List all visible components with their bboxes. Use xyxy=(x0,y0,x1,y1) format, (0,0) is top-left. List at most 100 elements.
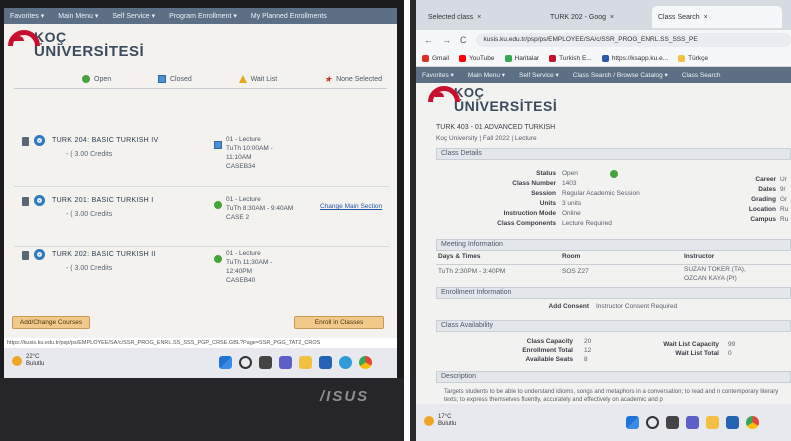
availability-label: Class Capacity xyxy=(526,338,573,345)
meeting-col-room: Room xyxy=(562,253,581,260)
availability-label: Enrollment Total xyxy=(522,347,573,354)
nav-main-menu[interactable]: Main Menu ▾ xyxy=(58,12,98,20)
closed-status-icon xyxy=(157,75,166,83)
windows-taskbar: 22°C Bulutlu xyxy=(4,348,397,378)
gear-icon[interactable] xyxy=(34,195,45,206)
search-icon[interactable] xyxy=(239,356,252,369)
legend-wait: Wait List xyxy=(250,75,278,83)
section-time-end: 11:10AM xyxy=(226,154,252,161)
add-change-courses-button[interactable]: Add/Change Courses xyxy=(12,316,90,329)
bookmark-turkce[interactable]: Türkçe xyxy=(678,54,708,62)
task-view-icon[interactable] xyxy=(666,416,679,429)
meeting-instructor: OZCAN KAYA (PI) xyxy=(684,275,737,282)
section-label: 01 - Lecture xyxy=(226,250,261,257)
detail-label: Units xyxy=(539,200,556,207)
section-time: TuTh 8:30AM - 9:40AM xyxy=(226,205,294,212)
open-status-icon xyxy=(610,170,618,178)
trash-icon[interactable] xyxy=(22,251,29,260)
windows-start-icon[interactable] xyxy=(626,416,639,429)
detail-value: 9/ xyxy=(780,186,786,193)
folder-icon xyxy=(678,54,686,62)
maps-icon xyxy=(504,54,512,62)
browser-tab[interactable]: Selected class × xyxy=(422,6,487,28)
koc-logo: KOÇ ÜNİVERSİTESİ xyxy=(8,30,144,59)
bookmark-gmail[interactable]: Gmail xyxy=(422,54,449,62)
windows-start-icon[interactable] xyxy=(219,356,232,369)
left-navbar: Favorites ▾ Main Menu ▾ Self Service ▾ P… xyxy=(4,8,397,24)
detail-value: Open xyxy=(562,170,578,177)
legend-closed: Closed xyxy=(169,75,192,83)
weather-widget[interactable]: 22°C Bulutlu xyxy=(12,354,44,368)
bookmark-icon xyxy=(549,54,557,62)
browser-tab[interactable]: TURK 202 - Goog × xyxy=(544,6,620,28)
nav-class-search-browse[interactable]: Class Search / Browse Catalog ▾ xyxy=(573,71,668,79)
trash-icon[interactable] xyxy=(22,197,29,206)
course-row: TURK 204: BASIC TURKISH IV - ( 3.00 Cred… xyxy=(14,135,389,187)
chrome-icon[interactable] xyxy=(359,356,372,369)
trash-icon[interactable] xyxy=(22,137,29,146)
section-label: 01 - Lecture xyxy=(226,196,261,203)
gear-icon[interactable] xyxy=(34,135,45,146)
bookmark-turkish[interactable]: Turkish E... xyxy=(549,54,592,62)
status-legend: Open Closed Wait List ★ None Selected xyxy=(82,75,382,84)
nav-self-service[interactable]: Self Service ▾ xyxy=(519,71,559,79)
detail-value: Ur xyxy=(780,176,787,183)
close-icon[interactable]: × xyxy=(704,14,708,21)
section-room: CASEB34 xyxy=(226,163,256,170)
nav-self-service[interactable]: Self Service ▾ xyxy=(112,12,155,20)
file-explorer-icon[interactable] xyxy=(299,356,312,369)
store-icon[interactable] xyxy=(319,356,332,369)
back-icon[interactable]: ← xyxy=(424,35,433,45)
nav-planned-enrollments[interactable]: My Planned Enrollments xyxy=(251,13,327,20)
forward-icon[interactable]: → xyxy=(442,35,451,45)
nav-favorites[interactable]: Favorites ▾ xyxy=(422,71,454,79)
detail-label: Campus xyxy=(750,216,776,223)
reload-icon[interactable]: C xyxy=(460,35,467,45)
bookmark-ksapp[interactable]: https://ksapp.ku.e... xyxy=(601,54,668,62)
detail-value: Regular Academic Session xyxy=(562,190,640,197)
change-main-section-link[interactable]: Change Main Section xyxy=(320,203,382,210)
nav-main-menu[interactable]: Main Menu ▾ xyxy=(468,71,505,79)
chat-icon[interactable] xyxy=(686,416,699,429)
close-icon[interactable]: × xyxy=(477,14,481,21)
gmail-icon xyxy=(422,54,429,62)
monitor-screen: Selected class × TURK 202 - Goog × Class S… xyxy=(416,0,791,441)
enroll-in-classes-button[interactable]: Enroll in Classes xyxy=(294,316,384,329)
detail-value: Gr xyxy=(780,196,788,203)
bookmark-youtube[interactable]: YouTube xyxy=(458,54,495,62)
detail-label: Career xyxy=(755,176,776,183)
course-name: TURK 202: BASIC TURKISH II xyxy=(52,251,156,258)
edge-icon[interactable] xyxy=(339,356,352,369)
search-icon[interactable] xyxy=(646,416,659,429)
browser-tab-active[interactable]: Class Search × xyxy=(652,6,782,28)
windows-taskbar: 17°C Bulutlu xyxy=(416,404,791,441)
left-photo: Favorites ▾ Main Menu ▾ Self Service ▾ P… xyxy=(0,0,404,441)
weather-desc: Bulutlu xyxy=(438,421,457,427)
file-explorer-icon[interactable] xyxy=(706,416,719,429)
koc-logo-icon xyxy=(8,30,30,46)
detail-label: Status xyxy=(536,170,556,177)
gear-icon[interactable] xyxy=(34,249,45,260)
meeting-col-days: Days & Times xyxy=(438,253,481,260)
bookmark-maps[interactable]: Haritalar xyxy=(504,54,539,62)
meeting-days: TuTh 2:30PM - 3:40PM xyxy=(438,268,506,275)
course-description: Targets students to be able to understan… xyxy=(444,389,779,403)
enrollment-info-header: Enrollment Information xyxy=(436,287,791,299)
nav-class-search[interactable]: Class Search xyxy=(682,72,721,79)
section-time: TuTh 11:30AM - xyxy=(226,259,273,266)
close-icon[interactable]: × xyxy=(610,14,614,21)
task-view-icon[interactable] xyxy=(259,356,272,369)
sun-icon xyxy=(12,356,22,366)
nav-favorites[interactable]: Favorites ▾ xyxy=(10,12,44,20)
nav-program-enrollment[interactable]: Program Enrollment ▾ xyxy=(169,12,237,20)
chrome-icon[interactable] xyxy=(746,416,759,429)
class-availability-header: Class Availability xyxy=(436,320,791,332)
course-title: TURK 403 - 01 ADVANCED TURKISH xyxy=(436,124,556,131)
weather-widget[interactable]: 17°C Bulutlu xyxy=(424,414,456,428)
url-input[interactable]: kusis.ku.edu.tr/psp/ps/EMPLOYEE/SA/c/SSR… xyxy=(475,33,791,47)
chat-icon[interactable] xyxy=(279,356,292,369)
detail-value: Ru xyxy=(780,206,789,213)
store-icon[interactable] xyxy=(726,416,739,429)
detail-label: Class Components xyxy=(497,220,556,227)
detail-label: Class Number xyxy=(512,180,556,187)
